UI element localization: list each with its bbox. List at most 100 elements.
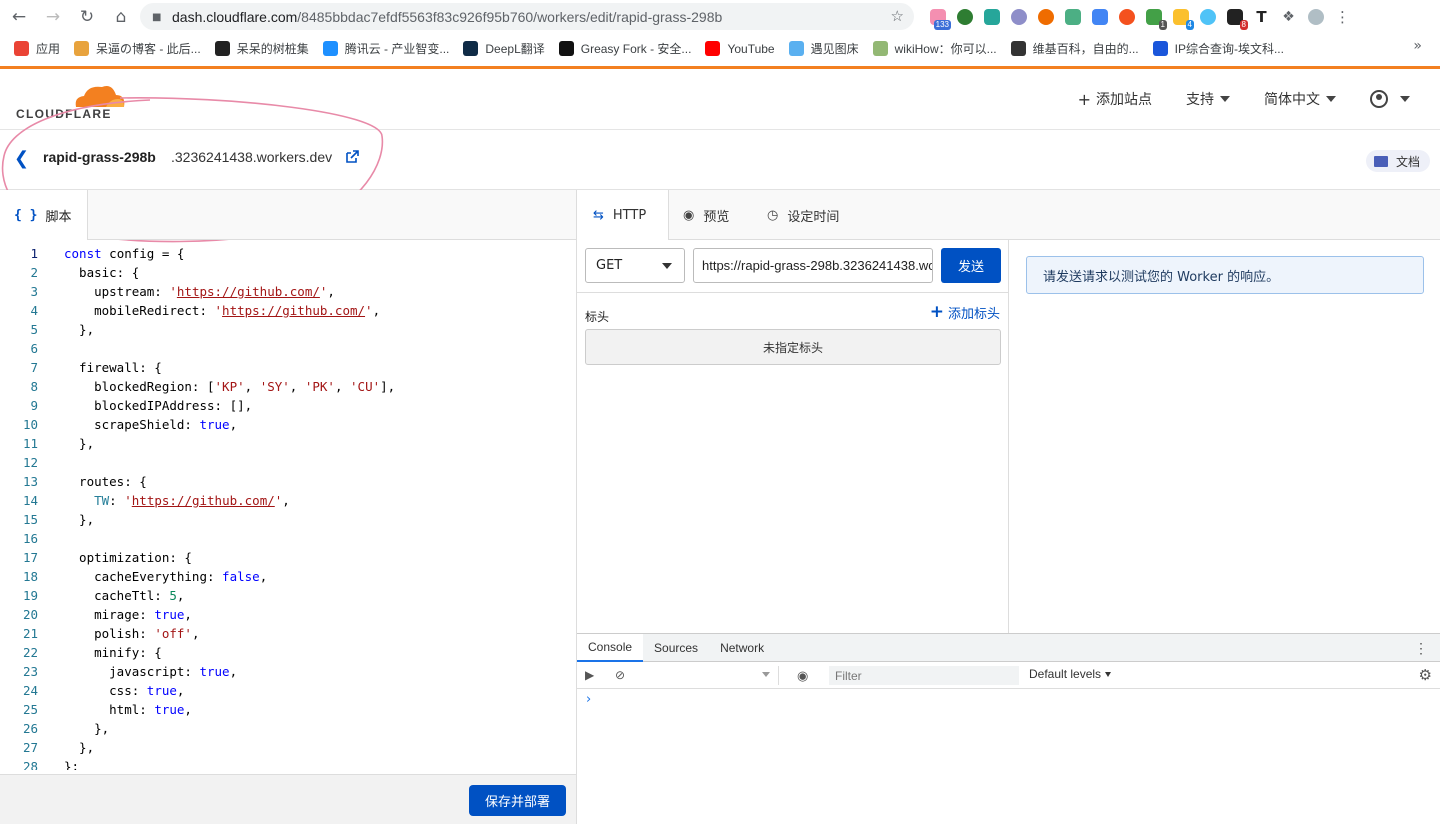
bookmark-item[interactable]: Greasy Fork - 安全... [558,40,691,57]
bookmark-star-icon[interactable]: ☆ [891,7,904,25]
send-button[interactable]: 发送 [941,248,1001,283]
tab-http[interactable]: ⇆ HTTP [577,190,669,240]
code-line[interactable]: 26 }, [0,719,576,738]
save-deploy-button[interactable]: 保存并部署 [468,785,566,816]
account-menu[interactable] [1370,90,1410,108]
eye-icon[interactable]: ◉ [797,668,811,683]
gear-icon[interactable]: ⚙ [1419,666,1432,684]
code-line[interactable]: 24 css: true, [0,681,576,700]
code-line[interactable]: 15 }, [0,510,576,529]
code-line[interactable]: 27 }, [0,738,576,757]
tab-console[interactable]: Console [577,633,644,662]
layers-icon [74,41,90,56]
code-line[interactable]: 20 mirage: true, [0,605,576,624]
bookmark-item[interactable]: 遇见图床 [788,40,859,57]
profile-avatar[interactable] [1304,6,1327,28]
back-chevron-icon[interactable]: ❮ [14,148,29,169]
address-bar[interactable]: ■ dash.cloudflare.com/8485bbdac7efdf5563… [140,3,914,30]
code-line[interactable]: 13 routes: { [0,472,576,491]
code-line[interactable]: 1 const config = { [0,244,576,263]
kebab-menu-icon[interactable]: ⋮ [1414,640,1428,657]
add-header-button[interactable]: + 添加标头 [930,302,1000,322]
code-line[interactable]: 23 javascript: true, [0,662,576,681]
extension-cat-icon[interactable]: 133 [926,6,951,30]
bookmark-item[interactable]: YouTube [705,41,775,56]
chevron-down-icon [1105,671,1112,677]
code-line[interactable]: 16 [0,529,576,548]
code-line[interactable]: 11 }, [0,434,576,453]
code-line[interactable]: 18 cacheEverything: false, [0,567,576,586]
extension-globe-icon[interactable] [953,6,976,28]
bookmark-item[interactable]: IP综合查询-埃文科... [1152,40,1284,57]
bookmarks-more-icon[interactable]: » [1413,38,1422,54]
code-line[interactable]: 10 scrapeShield: true, [0,415,576,434]
extension-moon-icon[interactable] [1007,6,1030,28]
back-icon[interactable]: ← [4,2,34,32]
request-url-input[interactable]: https://rapid-grass-298b.3236241438.work… [693,248,933,283]
code-line[interactable]: 17 optimization: { [0,548,576,567]
code-editor[interactable]: 1 const config = {2 basic: {3 upstream: '… [0,244,576,770]
tab-schedule[interactable]: ◷ 设定时间 [767,190,839,240]
code-line[interactable]: 22 minify: { [0,643,576,662]
extensions-puzzle-icon[interactable]: ❖ [1277,6,1300,28]
bookmark-item[interactable]: 维基百科，自由的... [1010,40,1139,57]
extension-search-icon[interactable] [1196,6,1219,28]
bookmark-item[interactable]: DeepL翻译 [463,40,545,57]
extension-yellow-icon[interactable]: 4 [1169,6,1194,30]
line-number: 14 [22,493,38,508]
tab-network[interactable]: Network [709,634,775,662]
add-site-button[interactable]: + 添加站点 [1078,89,1152,109]
code-line[interactable]: 6 [0,339,576,358]
forward-icon[interactable]: → [38,2,68,32]
log-levels-select[interactable]: Default levels [1029,667,1112,681]
language-menu[interactable]: 简体中文 [1264,89,1336,109]
line-number: 23 [22,664,38,679]
code-line[interactable]: 19 cacheTtl: 5, [0,586,576,605]
code-line[interactable]: 25 html: true, [0,700,576,719]
code-line[interactable]: 7 firewall: { [0,358,576,377]
code-text: mirage: true, [64,607,192,622]
code-line[interactable]: 14 TW: 'https://github.com/', [0,491,576,510]
method-select[interactable]: GET [585,248,685,283]
url-text[interactable]: dash.cloudflare.com/8485bbdac7efdf5563f8… [172,9,722,25]
bookmark-item[interactable]: 呆逼の博客 - 此后... [74,40,201,57]
bookmark-item[interactable]: 应用 [14,40,60,57]
bookmark-item[interactable]: 腾讯云 - 产业智变... [322,40,449,57]
external-link-icon[interactable] [344,149,360,165]
code-line[interactable]: 9 blockedIPAddress: [], [0,396,576,415]
home-icon[interactable]: ⌂ [106,2,136,32]
line-number: 17 [22,550,38,565]
code-line[interactable]: 3 upstream: 'https://github.com/', [0,282,576,301]
extension-infinity-icon[interactable] [1115,6,1138,28]
extension-translate-icon[interactable] [980,6,1003,28]
line-number: 22 [22,645,38,660]
code-line[interactable]: 4 mobileRedirect: 'https://github.com/', [0,301,576,320]
extension-shield-icon[interactable]: 1 [1142,6,1167,30]
docs-button[interactable]: 文档 [1365,150,1430,172]
code-line[interactable]: 5 }, [0,320,576,339]
code-line[interactable]: 28}; [0,757,576,770]
extension-dark-icon[interactable]: 8 [1223,6,1248,30]
chrome-menu-icon[interactable]: ⋮ [1331,6,1354,28]
context-select[interactable] [639,666,779,685]
bookmark-item[interactable]: wikiHow：你可以... [872,40,997,57]
bookmark-item[interactable]: 呆呆的树桩集 [214,40,309,57]
support-menu[interactable]: 支持 [1186,89,1230,109]
tab-sources[interactable]: Sources [643,634,709,662]
sidebar-toggle-icon[interactable]: ▶ [585,668,599,682]
code-line[interactable]: 8 blockedRegion: ['KP', 'SY', 'PK', 'CU'… [0,377,576,396]
console-prompt[interactable]: › [586,692,591,707]
extension-t-icon[interactable]: T [1250,6,1273,28]
clear-console-icon[interactable]: ⊘ [615,668,629,682]
code-line[interactable]: 2 basic: { [0,263,576,282]
cloudflare-logo[interactable]: CLOUDFLARE [16,81,126,121]
extension-firefox-icon[interactable] [1034,6,1057,28]
code-line[interactable]: 21 polish: 'off', [0,624,576,643]
reload-icon[interactable]: ↻ [72,2,102,32]
console-filter-input[interactable]: Filter [829,666,1019,685]
tab-script[interactable]: { } 脚本 [0,190,88,240]
extension-google-translate-icon[interactable] [1088,6,1111,28]
code-line[interactable]: 12 [0,453,576,472]
extension-s-icon[interactable] [1061,6,1084,28]
tab-preview[interactable]: ◉ 预览 [683,190,729,240]
